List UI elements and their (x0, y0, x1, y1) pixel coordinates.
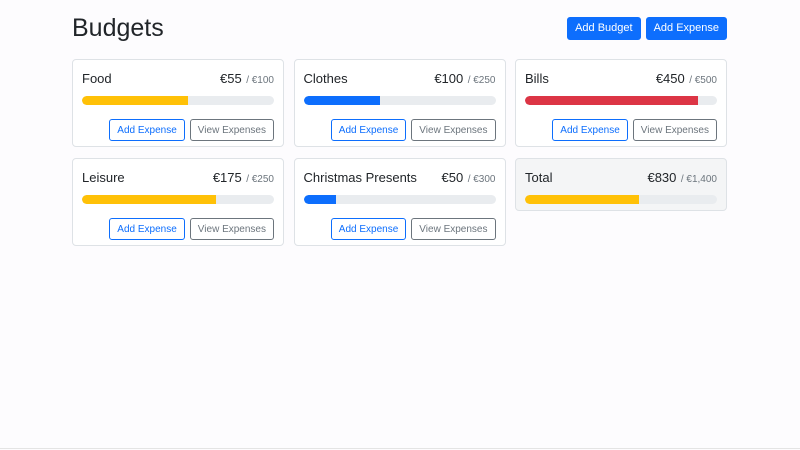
progress-bar (303, 195, 496, 204)
add-expense-button[interactable]: Add Expense (330, 119, 407, 141)
add-expense-button[interactable]: Add Expense (109, 119, 185, 141)
progress-fill (303, 195, 336, 204)
progress-bar (82, 96, 274, 105)
budget-max: / €250 (467, 75, 496, 86)
budget-max: / €300 (467, 174, 496, 185)
budget-name: Clothes (303, 71, 348, 86)
progress-bar (525, 195, 717, 204)
budget-max: / €500 (689, 75, 717, 86)
progress-fill (525, 96, 698, 105)
budget-amount: €55 (220, 71, 242, 86)
budget-name: Leisure (82, 170, 125, 185)
view-expenses-button[interactable]: View Expenses (411, 218, 496, 240)
budget-max: / €1,400 (680, 174, 717, 185)
budget-max: / €250 (246, 174, 274, 185)
progress-bar (303, 96, 496, 105)
budget-card: Leisure €175 / €250 Add Expense View Expe… (72, 158, 284, 246)
budget-name: Bills (525, 71, 549, 86)
progress-fill (82, 195, 217, 204)
budget-name: Christmas Presents (303, 170, 417, 185)
add-expense-button[interactable]: Add Expense (330, 218, 407, 240)
budget-amount: €175 (212, 170, 242, 185)
view-expenses-button[interactable]: View Expenses (189, 119, 274, 141)
budget-amount: €830 (647, 170, 677, 185)
progress-bar (82, 195, 274, 204)
budget-amount: €50 (441, 170, 464, 185)
page-title: Budgets (72, 13, 164, 42)
budget-card: Clothes €100 / €250 Add Expense View Expe… (293, 59, 506, 147)
page-header: Budgets Add Budget Add Expense (72, 12, 727, 44)
budget-card: Christmas Presents €50 / €300 Add Expens… (293, 158, 506, 246)
add-expense-button[interactable]: Add Expense (645, 16, 727, 40)
view-expenses-button[interactable]: View Expenses (189, 218, 274, 240)
budget-amount: €100 (434, 71, 464, 86)
progress-fill (525, 195, 639, 204)
view-expenses-button[interactable]: View Expenses (632, 119, 717, 141)
divider (0, 448, 800, 449)
add-budget-button[interactable]: Add Budget (567, 16, 641, 40)
budget-amount: €450 (655, 71, 685, 86)
budget-name: Food (82, 71, 112, 86)
budget-max: / €100 (246, 75, 274, 86)
budget-card: Bills €450 / €500 Add Expense View Expens… (515, 59, 727, 147)
budget-name: Total (525, 170, 553, 185)
total-card: Total €830 / €1,400 (515, 158, 727, 211)
progress-fill (303, 96, 381, 105)
budget-card: Food €55 / €100 Add Expense View Expenses (72, 59, 284, 147)
view-expenses-button[interactable]: View Expenses (411, 119, 496, 141)
add-expense-button[interactable]: Add Expense (552, 119, 628, 141)
budget-grid: Food €55 / €100 Add Expense View Expenses… (72, 59, 727, 246)
progress-bar (525, 96, 717, 105)
add-expense-button[interactable]: Add Expense (109, 218, 185, 240)
progress-fill (82, 96, 188, 105)
